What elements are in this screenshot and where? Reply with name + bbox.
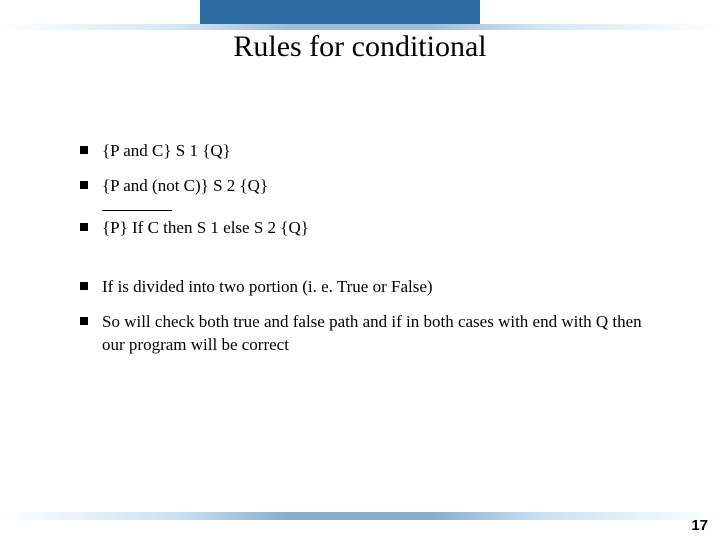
inference-rule-line: [102, 210, 172, 211]
bullet-item: So will check both true and false path a…: [80, 311, 660, 357]
bullet-text: If is divided into two portion (i. e. Tr…: [102, 276, 660, 299]
bullet-text: {P and (not C)} S 2 {Q}: [102, 175, 660, 198]
bullet-marker-icon: [80, 146, 88, 154]
footer-stripe: [0, 512, 720, 520]
bullet-item: {P} If C then S 1 else S 2 {Q}: [80, 217, 660, 240]
bullet-item: {P and (not C)} S 2 {Q}: [80, 175, 660, 198]
header-accent-box: [200, 0, 480, 24]
bullet-marker-icon: [80, 282, 88, 290]
bullet-item: If is divided into two portion (i. e. Tr…: [80, 276, 660, 299]
bullet-text: So will check both true and false path a…: [102, 311, 660, 357]
page-number: 17: [691, 517, 708, 534]
slide-title: Rules for conditional: [0, 30, 720, 64]
bullet-text: {P and C} S 1 {Q}: [102, 140, 660, 163]
bullet-marker-icon: [80, 223, 88, 231]
slide: Rules for conditional {P and C} S 1 {Q} …: [0, 0, 720, 540]
bullet-text: {P} If C then S 1 else S 2 {Q}: [102, 217, 660, 240]
bullet-marker-icon: [80, 317, 88, 325]
spacer: [80, 252, 660, 276]
bullet-item: {P and C} S 1 {Q}: [80, 140, 660, 163]
bullet-marker-icon: [80, 181, 88, 189]
content-area: {P and C} S 1 {Q} {P and (not C)} S 2 {Q…: [80, 140, 660, 369]
